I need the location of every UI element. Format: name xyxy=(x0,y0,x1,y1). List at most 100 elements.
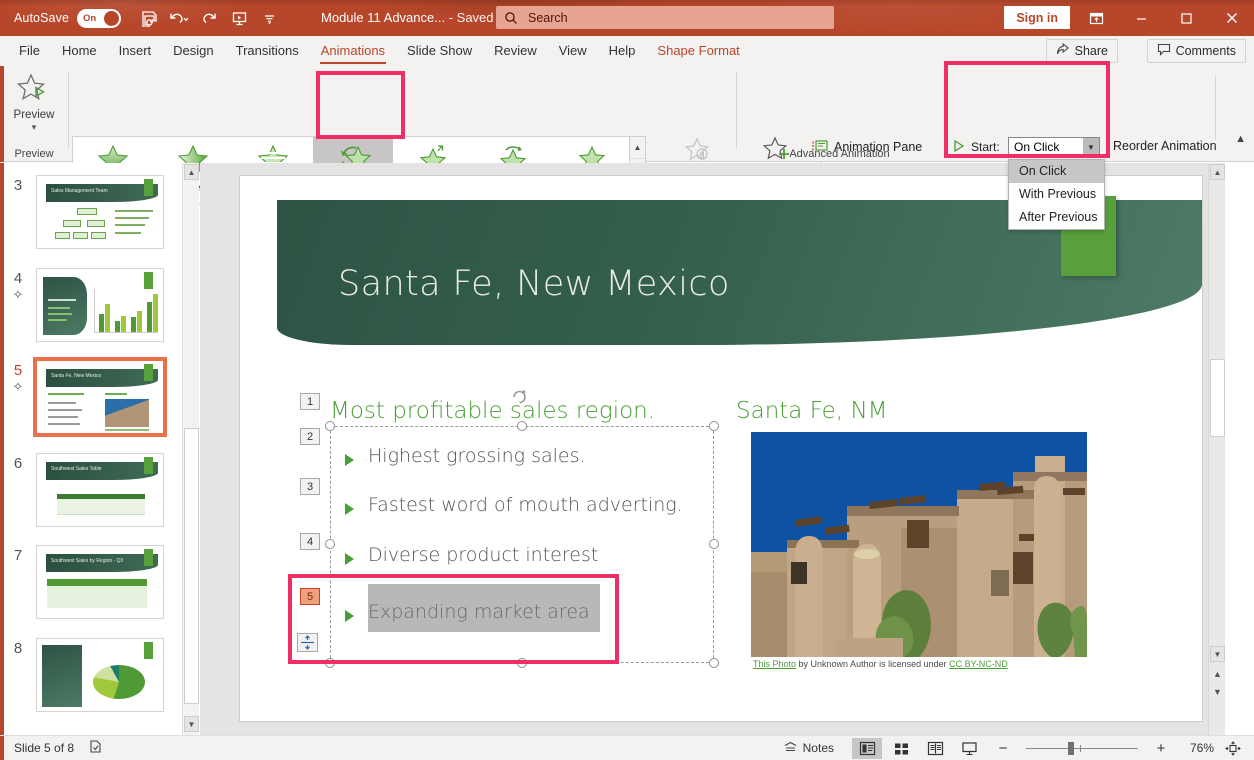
undo-icon[interactable] xyxy=(165,5,193,31)
slide-thumbnail-pane[interactable]: 3 Sales Management Team 4 xyxy=(0,163,182,735)
dropdown-option-after-previous[interactable]: After Previous xyxy=(1009,206,1104,229)
tab-animations[interactable]: Animations xyxy=(310,36,396,66)
zoom-slider[interactable] xyxy=(1022,738,1142,759)
tab-review[interactable]: Review xyxy=(483,36,548,66)
tab-shape-format[interactable]: Shape Format xyxy=(646,36,750,66)
thumbnail-slide-4[interactable]: 4 ✧ xyxy=(0,268,182,342)
animation-tag-1[interactable]: 1 xyxy=(300,393,320,410)
bullet-text-4[interactable]: Expanding market area xyxy=(368,601,590,623)
scroll-up-icon[interactable]: ▲ xyxy=(184,164,199,180)
thumbnail-pane-scrollbar[interactable]: ▲ ▼ xyxy=(182,163,199,735)
view-normal-button[interactable] xyxy=(852,738,882,759)
thumbnail-frame-4[interactable] xyxy=(36,268,164,342)
resize-handle-mr[interactable] xyxy=(709,539,719,549)
thumbnail-slide-3[interactable]: 3 Sales Management Team xyxy=(0,175,182,249)
animation-tag-2[interactable]: 2 xyxy=(300,428,320,445)
share-button[interactable]: Share xyxy=(1046,39,1118,63)
animation-tag-3[interactable]: 3 xyxy=(300,478,320,495)
resize-handle-bc[interactable] xyxy=(517,658,527,668)
accessibility-checker-icon[interactable] xyxy=(88,739,103,757)
slide-edit-area[interactable]: Santa Fe, New Mexico Most profitable sal… xyxy=(200,163,1225,735)
view-slide-sorter-button[interactable] xyxy=(886,738,916,759)
notes-button[interactable]: Notes xyxy=(783,740,834,756)
gallery-scroll-up-icon[interactable]: ▲ xyxy=(630,137,645,159)
next-slide-icon[interactable]: ▼ xyxy=(1212,687,1223,697)
tab-transitions[interactable]: Transitions xyxy=(225,36,310,66)
resize-handle-tl[interactable] xyxy=(325,421,335,431)
thumbnail-frame-3[interactable]: Sales Management Team xyxy=(36,175,164,249)
chevron-down-icon[interactable]: ▼ xyxy=(1083,138,1099,156)
resize-handle-br[interactable] xyxy=(709,658,719,668)
thumbnail-slide-8[interactable]: 8 xyxy=(0,638,182,712)
slide-scroll-thumb[interactable] xyxy=(1210,359,1225,437)
resize-handle-tr[interactable] xyxy=(709,421,719,431)
caption-link-this-photo[interactable]: This Photo xyxy=(753,659,796,669)
animation-tag-5[interactable]: 5 xyxy=(300,588,320,605)
preview-button[interactable]: Preview ▾ xyxy=(8,72,60,144)
zoom-slider-handle[interactable] xyxy=(1068,742,1074,755)
thumbnail-frame-5[interactable]: Santa Fe, New Mexico xyxy=(36,360,164,434)
chevron-down-icon[interactable]: ▾ xyxy=(32,123,37,132)
redo-icon[interactable] xyxy=(195,5,223,31)
caption-link-license[interactable]: CC BY-NC-ND xyxy=(949,659,1008,669)
tab-help[interactable]: Help xyxy=(598,36,647,66)
scroll-down-icon[interactable]: ▼ xyxy=(184,716,199,732)
santa-fe-photo[interactable] xyxy=(751,432,1087,657)
ribbon-display-options-icon[interactable] xyxy=(1074,0,1119,36)
rotate-handle[interactable] xyxy=(510,387,527,404)
tab-view[interactable]: View xyxy=(548,36,598,66)
resize-handle-ml[interactable] xyxy=(325,539,335,549)
zoom-in-button[interactable]: + xyxy=(1146,738,1176,759)
statusbar-left-accent xyxy=(0,736,4,760)
tab-file[interactable]: File xyxy=(8,36,51,66)
tab-home[interactable]: Home xyxy=(51,36,108,66)
customize-qat-icon[interactable] xyxy=(255,5,283,31)
dropdown-option-with-previous[interactable]: With Previous xyxy=(1009,183,1104,206)
bullet-text-1[interactable]: Highest grossing sales. xyxy=(368,445,586,467)
document-title-area[interactable]: Module 11 Advance... - Saved ▾ xyxy=(321,10,504,26)
right-heading-text[interactable]: Santa Fe, NM xyxy=(736,398,888,424)
tab-design[interactable]: Design xyxy=(162,36,224,66)
thumbnail-frame-6[interactable]: Southwest Sales Table xyxy=(36,453,164,527)
animation-tag-split-icon[interactable] xyxy=(297,633,318,652)
previous-slide-icon[interactable]: ▲ xyxy=(1212,669,1223,679)
comments-button[interactable]: Comments xyxy=(1147,39,1246,63)
thumbnail-slide-7[interactable]: 7 Southwest Sales by Region - Q3 xyxy=(0,545,182,619)
thumbnail-scroll-thumb[interactable] xyxy=(184,428,199,704)
scroll-up-icon[interactable]: ▲ xyxy=(1210,164,1225,180)
autosave-toggle[interactable]: On xyxy=(77,9,121,28)
dropdown-option-on-click[interactable]: On Click xyxy=(1009,160,1104,183)
thumbnail-frame-7[interactable]: Southwest Sales by Region - Q3 xyxy=(36,545,164,619)
resize-handle-tc[interactable] xyxy=(517,421,527,431)
zoom-out-button[interactable]: − xyxy=(988,738,1018,759)
animation-tag-4[interactable]: 4 xyxy=(300,533,320,550)
search-box[interactable]: Search xyxy=(496,6,834,29)
thumbnail-frame-8[interactable] xyxy=(36,638,164,712)
left-heading-text[interactable]: Most profitable sales region. xyxy=(330,398,655,424)
tab-insert[interactable]: Insert xyxy=(108,36,163,66)
close-icon[interactable] xyxy=(1209,0,1254,36)
resize-handle-bl[interactable] xyxy=(325,658,335,668)
view-slide-show-button[interactable] xyxy=(954,738,984,759)
slide-title-text[interactable]: Santa Fe, New Mexico xyxy=(338,264,730,304)
collapse-ribbon-icon[interactable]: ▲ xyxy=(1235,133,1246,145)
sign-in-button[interactable]: Sign in xyxy=(1004,6,1070,29)
bullet-text-3[interactable]: Diverse product interest xyxy=(368,544,598,566)
minimize-icon[interactable] xyxy=(1119,0,1164,36)
fit-slide-to-window-icon[interactable] xyxy=(1218,738,1248,759)
present-icon[interactable] xyxy=(225,5,253,31)
bullet-text-2[interactable]: Fastest word of mouth adverting. xyxy=(368,494,683,516)
start-combobox[interactable]: On Click ▼ xyxy=(1008,137,1100,157)
tab-slide-show[interactable]: Slide Show xyxy=(396,36,483,66)
animation-pane-button[interactable]: Animation Pane xyxy=(812,137,934,157)
view-reading-button[interactable] xyxy=(920,738,950,759)
thumbnail-slide-6[interactable]: 6 Southwest Sales Table xyxy=(0,453,182,527)
slide-area-scrollbar[interactable]: ▲ ▼ ▲ ▼ xyxy=(1208,163,1225,735)
slide-counter[interactable]: Slide 5 of 8 xyxy=(14,741,74,755)
save-icon[interactable] xyxy=(135,5,163,31)
thumbnail-slide-5[interactable]: 5 ✧ Santa Fe, New Mexico xyxy=(0,360,182,434)
zoom-level-label[interactable]: 76% xyxy=(1180,741,1214,755)
scroll-down-icon[interactable]: ▼ xyxy=(1210,646,1225,662)
maximize-icon[interactable] xyxy=(1164,0,1209,36)
current-slide-canvas[interactable]: Santa Fe, New Mexico Most profitable sal… xyxy=(240,176,1202,721)
